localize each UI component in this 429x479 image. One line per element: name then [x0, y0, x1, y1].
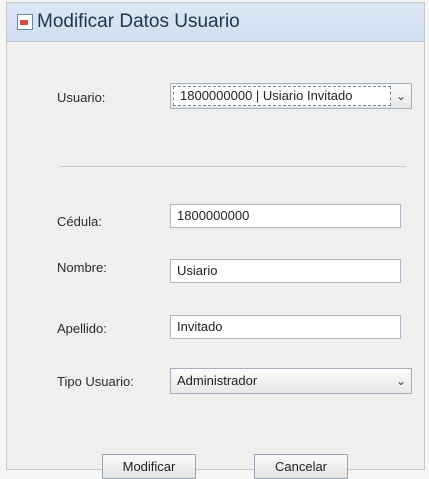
chevron-down-icon[interactable]: ⌄ [391, 89, 411, 103]
nombre-label: Nombre: [57, 260, 107, 275]
usuario-selected-value: 1800000000 | Usiario Invitado [173, 86, 391, 106]
tipo-usuario-label: Tipo Usuario: [57, 374, 134, 389]
usuario-label: Usuario: [57, 90, 106, 105]
usuario-select[interactable]: 1800000000 | Usiario Invitado ⌄ [170, 83, 412, 109]
cancelar-button[interactable]: Cancelar [254, 454, 348, 479]
tipo-usuario-select[interactable]: Administrador ⌄ [170, 368, 412, 394]
cedula-label: Cédula: [57, 214, 102, 229]
app-icon [17, 14, 33, 30]
title-bar: Modificar Datos Usuario [7, 3, 424, 42]
modificar-button[interactable]: Modificar [102, 454, 196, 479]
form-panel: Usuario: 1800000000 | Usiario Invitado ⌄… [7, 42, 424, 479]
cedula-field[interactable]: 1800000000 [170, 204, 401, 228]
nombre-field[interactable]: Usiario [170, 259, 401, 283]
chevron-down-icon[interactable]: ⌄ [391, 374, 411, 388]
modify-user-window: Modificar Datos Usuario Usuario: 1800000… [6, 2, 425, 479]
apellido-label: Apellido: [57, 321, 107, 336]
window-title: Modificar Datos Usuario [37, 11, 240, 32]
form-separator [60, 166, 406, 167]
apellido-field[interactable]: Invitado [170, 315, 401, 339]
tipo-usuario-selected-value: Administrador [177, 373, 258, 388]
